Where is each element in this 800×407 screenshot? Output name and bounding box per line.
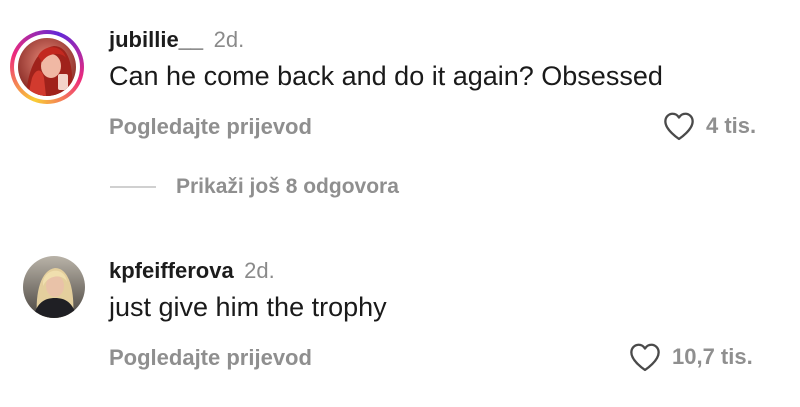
like-count: 4 tis. [706, 113, 757, 138]
comment-text: just give him the trophy [109, 292, 387, 322]
timestamp: 2d. [213, 27, 245, 52]
view-replies-label: Prikaži još 8 odgovora [176, 175, 399, 198]
avatar[interactable] [18, 38, 76, 96]
avatar[interactable] [23, 256, 85, 318]
username[interactable]: jubillie__ [109, 27, 203, 52]
comment-text: Can he come back and do it again? Obsess… [109, 61, 663, 91]
avatar-image [23, 256, 85, 318]
heart-outline-icon[interactable] [662, 111, 696, 141]
heart-outline-icon[interactable] [628, 342, 662, 372]
timestamp: 2d. [244, 258, 275, 283]
comment-header: jubillie__ 2d. [109, 27, 244, 53]
see-translation-link[interactable]: Pogledajte prijevod [109, 114, 312, 140]
like-button[interactable]: 4 tis. [662, 111, 756, 141]
comment-header: kpfeifferova 2d. [109, 258, 275, 284]
username[interactable]: kpfeifferova [109, 258, 234, 283]
replies-divider [110, 186, 156, 188]
see-translation-link[interactable]: Pogledajte prijevod [109, 345, 312, 371]
view-replies-button[interactable]: Prikaži još 8 odgovora [110, 175, 399, 199]
like-button[interactable]: 10,7 tis. [628, 342, 753, 372]
like-count: 10,7 tis. [672, 344, 753, 369]
avatar-image [18, 38, 76, 96]
